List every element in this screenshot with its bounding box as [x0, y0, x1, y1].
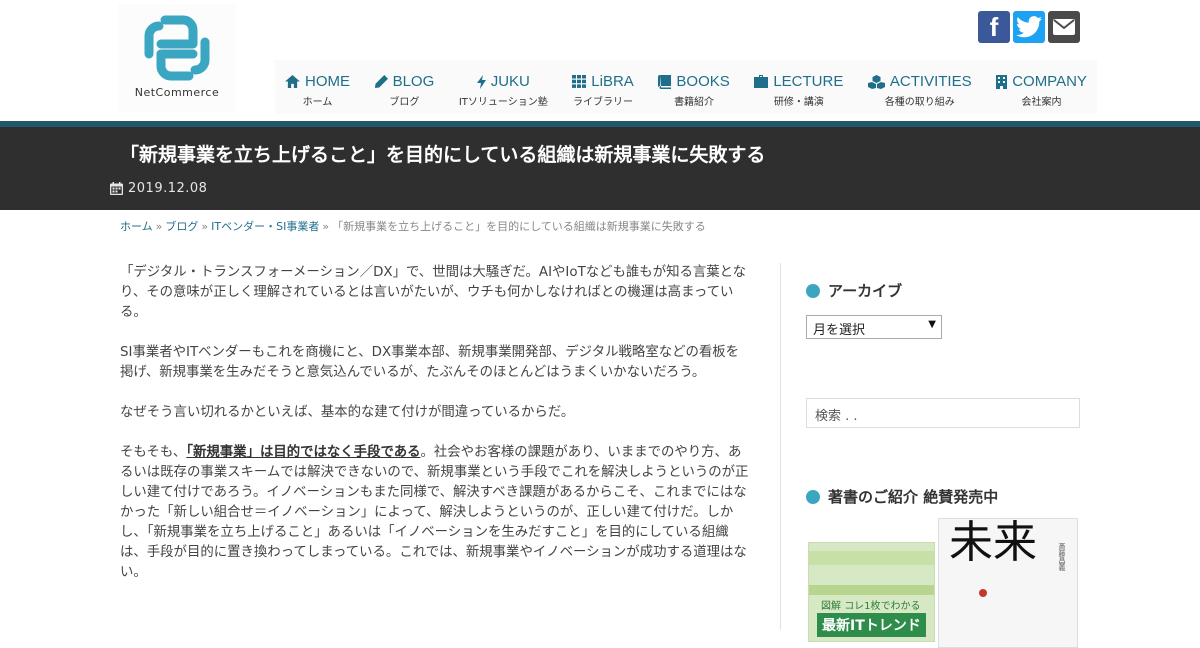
- facebook-icon: f: [989, 11, 999, 42]
- nav-item-home[interactable]: HOME ホーム: [285, 60, 350, 114]
- book-cover-subtitle: 図解 コレ1枚でわかる: [821, 597, 921, 612]
- archive-select-value: 月を選択: [813, 323, 866, 338]
- mail-icon: [1053, 19, 1075, 35]
- nav-sublabel: ITソリューション塾: [458, 97, 548, 108]
- nav-sublabel: 研修・講演: [773, 97, 824, 108]
- archive-widget-title: アーカイブ: [806, 280, 1080, 301]
- nav-sublabel: ライブラリー: [573, 97, 634, 108]
- main-nav: HOME ホーム BLOG ブログ JUKU ITソリューション塾 LiBRA …: [275, 60, 1097, 114]
- breadcrumb-separator: »: [155, 220, 163, 233]
- nav-item-activities[interactable]: ACTIVITIES 各種の取り組み: [867, 60, 972, 114]
- nav-label: ACTIVITIES: [889, 73, 972, 90]
- twitter-icon: [1016, 16, 1042, 38]
- sidebar: アーカイブ 月を選択 ▼ 検索 . . 著書のご紹介 絶賛発売中 図解 コレ1枚…: [806, 280, 1080, 648]
- breadcrumb-home[interactable]: ホーム: [120, 220, 153, 233]
- archive-select[interactable]: 月を選択 ▼: [806, 315, 942, 339]
- book-cover-author: 斎藤昌義: [1058, 543, 1066, 571]
- dropdown-arrow-icon: ▼: [928, 319, 936, 330]
- mail-button[interactable]: [1048, 11, 1080, 43]
- book-cover-dot: [979, 589, 987, 597]
- nav-item-blog[interactable]: BLOG ブログ: [374, 60, 435, 114]
- nav-sublabel: ホーム: [302, 97, 333, 108]
- nav-label: LiBRA: [591, 73, 634, 90]
- bullet-dot-icon: [806, 489, 820, 504]
- article-text: そもそも、: [120, 445, 187, 460]
- nav-label: BLOG: [392, 73, 435, 90]
- article-paragraph: なぜそう言い切れるかといえば、基本的な建て付けが間違っているからだ。: [120, 405, 575, 420]
- logo-text: NetCommerce: [134, 86, 220, 99]
- search-input[interactable]: 検索 . .: [806, 398, 1080, 428]
- grid-icon: [572, 75, 587, 88]
- nav-item-books[interactable]: BOOKS 書籍紹介: [658, 60, 730, 114]
- book-icon: [658, 74, 672, 89]
- breadcrumb-category[interactable]: ITベンダー・SI事業者: [211, 220, 319, 233]
- article-paragraph: そもそも、「新規事業」は目的ではなく手段である。社会やお客様の課題があり、いまま…: [120, 443, 752, 583]
- article-paragraph: SI事業者やITベンダーもこれを商機にと、DX事業本部、新規事業開発部、デジタル…: [120, 345, 740, 380]
- book-line: コレ1枚でわかる: [844, 601, 921, 612]
- archive-title: アーカイブ: [828, 282, 903, 300]
- facebook-button[interactable]: f: [978, 11, 1010, 43]
- article-paragraph: 「デジタル・トランスフォーメーション／DX」で、世間は大騒ぎだ。AIやIoTなど…: [120, 265, 747, 320]
- bolt-icon: [476, 74, 486, 89]
- nav-item-juku[interactable]: JUKU ITソリューション塾: [459, 60, 548, 114]
- book-cover-it-trend[interactable]: 図解 コレ1枚でわかる 最新ITトレンド: [808, 542, 935, 642]
- article-text: 。社会やお客様の課題があり、いままでのやり方、あるいは既存の事業スキームでは解決…: [120, 445, 749, 580]
- nav-sublabel: 各種の取り組み: [884, 97, 955, 108]
- books-widget-title: 著書のご紹介 絶賛発売中: [806, 486, 998, 507]
- pencil-icon: [374, 75, 388, 88]
- nav-label: BOOKS: [676, 73, 730, 90]
- search-placeholder: 検索 . .: [815, 409, 858, 424]
- breadcrumb-separator: »: [201, 220, 209, 233]
- content-divider: [780, 263, 781, 630]
- post-date-text: 2019.12.08: [128, 181, 208, 196]
- twitter-button[interactable]: [1013, 11, 1045, 43]
- post-date: 2019.12.08: [110, 181, 207, 196]
- book-cover-title: 最新ITトレンド: [817, 613, 926, 637]
- social-links: f: [978, 11, 1080, 43]
- post-title-band: 「新規事業を立ち上げること」を目的にしている組織は新規事業に失敗する 2019.…: [0, 127, 1200, 210]
- home-icon: [285, 75, 300, 88]
- breadcrumb-blog[interactable]: ブログ: [165, 220, 198, 233]
- calendar-icon: [110, 182, 123, 195]
- breadcrumb-separator: »: [322, 220, 330, 233]
- book-cover-band: [809, 585, 934, 595]
- breadcrumb: ホーム» ブログ» ITベンダー・SI事業者» 「新規事業を立ち上げること」を目的にし…: [120, 218, 706, 234]
- site-logo[interactable]: NetCommerce: [118, 4, 236, 112]
- bullet-dot-icon: [806, 283, 820, 298]
- nav-item-libra[interactable]: LiBRA ライブラリー: [572, 60, 634, 114]
- post-title: 「新規事業を立ち上げること」を目的にしている組織は新規事業に失敗する: [120, 144, 766, 166]
- book-cover-title: 未来: [949, 518, 1037, 568]
- netcommerce-logo-icon: [144, 15, 210, 81]
- book-tag: 図解: [821, 601, 841, 612]
- site-header: NetCommerce f HOME ホーム BLOG ブログ JUKU ITソ…: [0, 0, 1200, 121]
- nav-label: HOME: [305, 73, 350, 90]
- building-icon: [996, 74, 1008, 89]
- books-title: 著書のご紹介 絶賛発売中: [828, 488, 999, 506]
- article-emphasis: 「新規事業」は目的ではなく手段である: [186, 445, 421, 460]
- nav-label: JUKU: [490, 73, 530, 90]
- book-cover-mirai[interactable]: 未来 斎藤昌義: [938, 518, 1078, 648]
- nav-label: COMPANY: [1012, 73, 1087, 90]
- nav-sublabel: 書籍紹介: [674, 97, 715, 108]
- article-body: 「デジタル・トランスフォーメーション／DX」で、世間は大騒ぎだ。AIやIoTなど…: [120, 263, 752, 603]
- cubes-icon: [867, 74, 885, 89]
- book-cover-band: [809, 551, 934, 565]
- nav-label: LECTURE: [773, 73, 844, 90]
- briefcase-icon: [754, 75, 769, 88]
- breadcrumb-current: 「新規事業を立ち上げること」を目的にしている組織は新規事業に失敗する: [332, 220, 706, 233]
- nav-item-company[interactable]: COMPANY 会社案内: [996, 60, 1087, 114]
- nav-sublabel: 会社案内: [1021, 97, 1062, 108]
- nav-sublabel: ブログ: [389, 97, 420, 108]
- nav-item-lecture[interactable]: LECTURE 研修・講演: [754, 60, 843, 114]
